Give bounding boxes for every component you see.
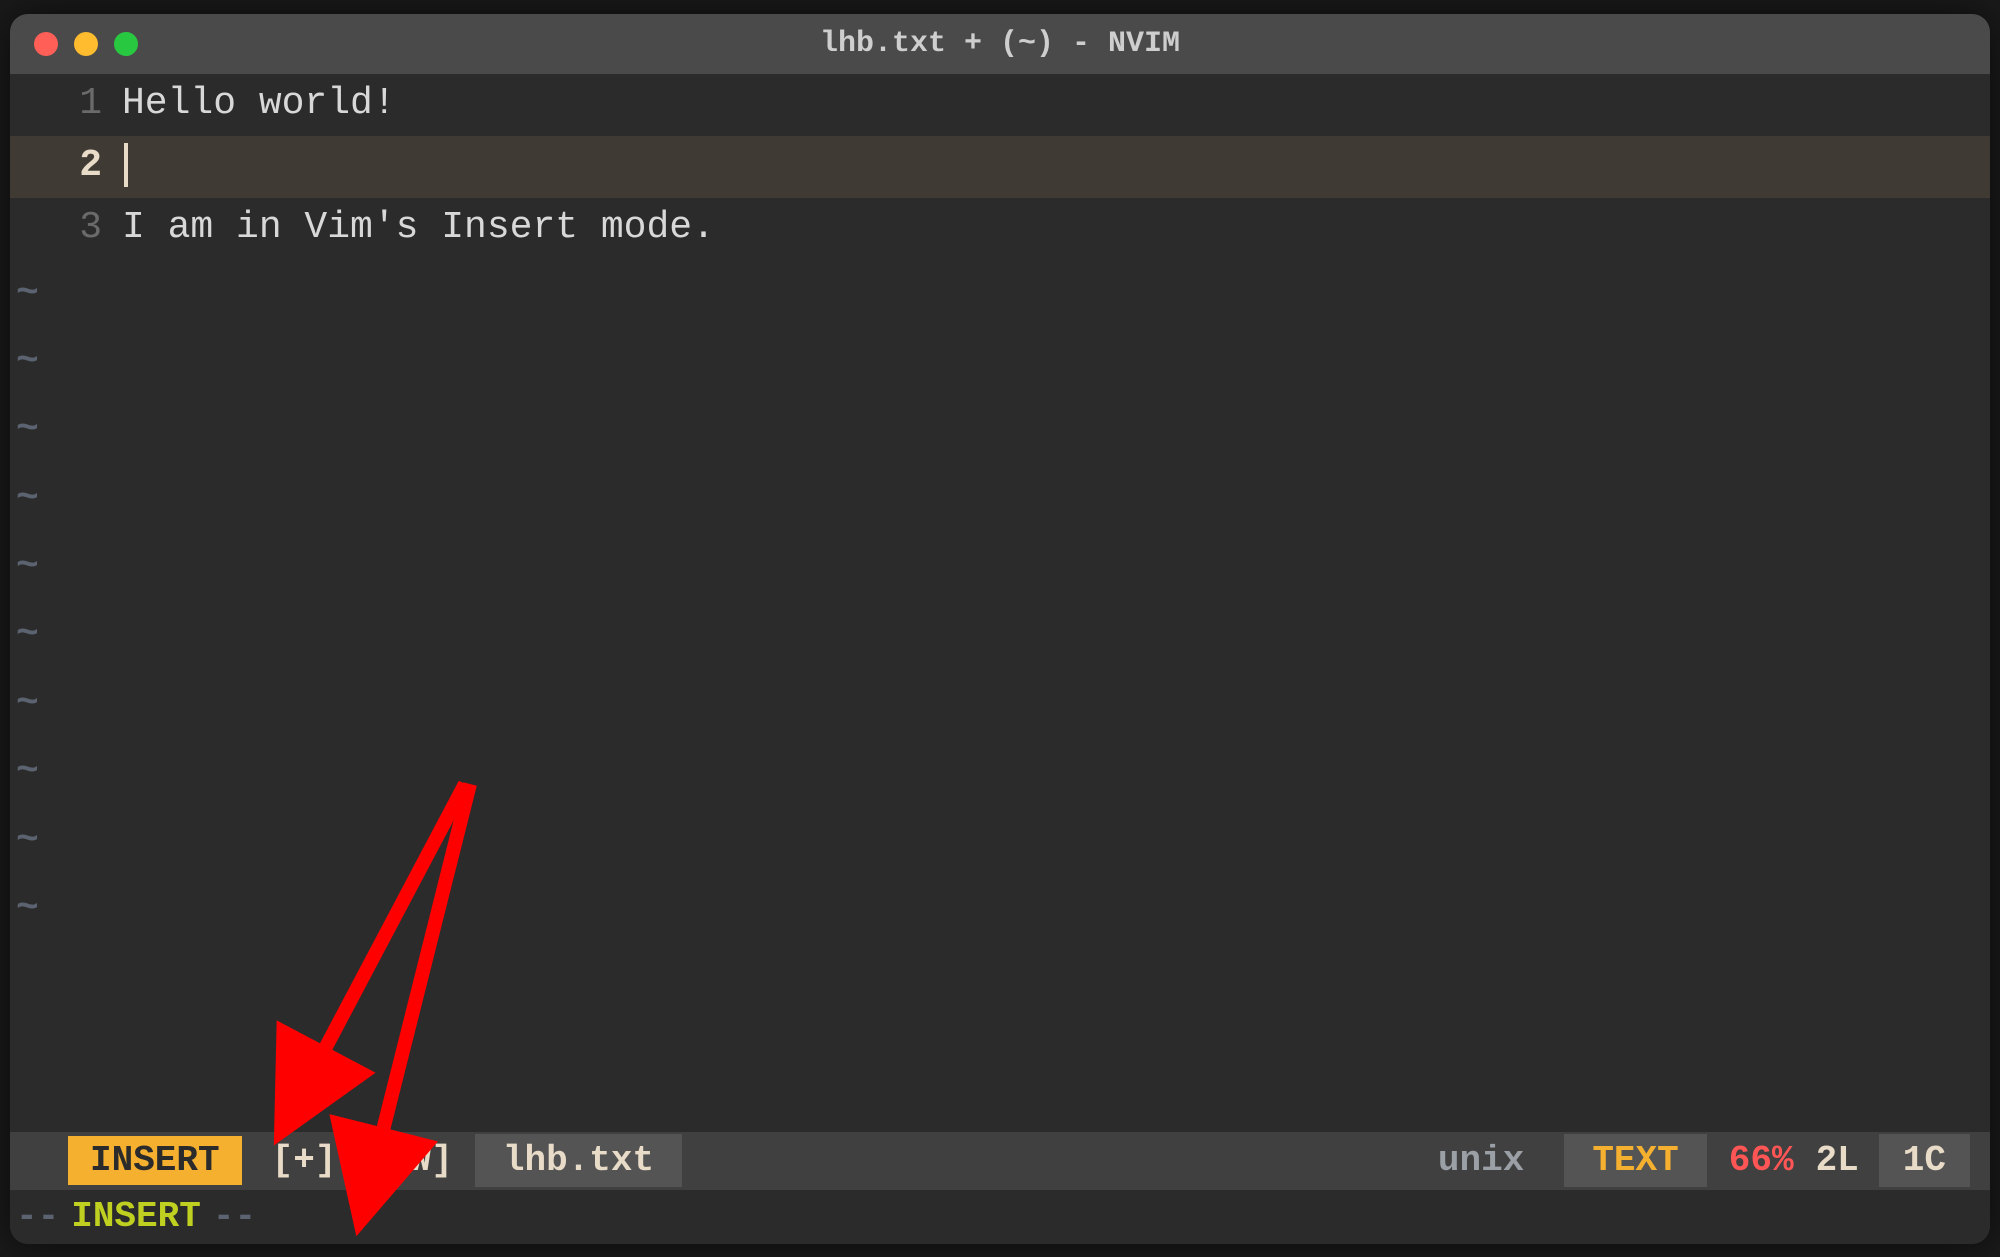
- terminal-window: lhb.txt + (~) - NVIM 1Hello world!23I am…: [10, 14, 1990, 1244]
- mode-badge: INSERT: [68, 1136, 242, 1185]
- editor-area[interactable]: 1Hello world!23I am in Vim's Insert mode…: [10, 74, 1990, 1132]
- filetype: TEXT: [1564, 1134, 1706, 1187]
- maximize-button[interactable]: [114, 32, 138, 56]
- tilde-marker: ~: [16, 465, 1990, 533]
- line-content[interactable]: I am in Vim's Insert mode.: [122, 198, 1990, 259]
- line-content[interactable]: [122, 136, 1990, 197]
- line-number: 3: [10, 198, 122, 259]
- empty-lines: ~~~~~~~~~~: [10, 260, 1990, 944]
- scroll-percent: 66%: [1729, 1140, 1794, 1181]
- window-controls: [34, 32, 138, 56]
- tilde-marker: ~: [16, 738, 1990, 806]
- tilde-marker: ~: [16, 875, 1990, 943]
- line-number: 1: [10, 74, 122, 135]
- readwrite-indicator: [RW]: [366, 1140, 452, 1181]
- titlebar: lhb.txt + (~) - NVIM: [10, 14, 1990, 74]
- editor-line[interactable]: 3I am in Vim's Insert mode.: [10, 198, 1990, 260]
- tilde-marker: ~: [16, 396, 1990, 464]
- mode-dashes-left: --: [16, 1196, 59, 1237]
- editor-line[interactable]: 1Hello world!: [10, 74, 1990, 136]
- tilde-marker: ~: [16, 807, 1990, 875]
- fileformat: unix: [1438, 1140, 1524, 1181]
- column-position: 1C: [1879, 1134, 1970, 1187]
- cursor: [124, 143, 128, 187]
- modified-indicator: [+]: [272, 1140, 337, 1181]
- tilde-marker: ~: [16, 328, 1990, 396]
- line-position: 2L: [1816, 1140, 1859, 1181]
- mode-text: INSERT: [59, 1196, 213, 1237]
- filename: lhb.txt: [475, 1134, 682, 1187]
- close-button[interactable]: [34, 32, 58, 56]
- line-content[interactable]: Hello world!: [122, 74, 1990, 135]
- window-title: lhb.txt + (~) - NVIM: [820, 27, 1180, 61]
- editor-line[interactable]: 2: [10, 136, 1990, 198]
- tilde-marker: ~: [16, 670, 1990, 738]
- minimize-button[interactable]: [74, 32, 98, 56]
- tilde-marker: ~: [16, 260, 1990, 328]
- mode-dashes-right: --: [213, 1196, 256, 1237]
- commandline[interactable]: -- INSERT --: [10, 1190, 1990, 1244]
- tilde-marker: ~: [16, 601, 1990, 669]
- line-number: 2: [10, 136, 122, 197]
- tilde-marker: ~: [16, 533, 1990, 601]
- statusline: INSERT [+] [RW] lhb.txt unix TEXT 66% 2L…: [10, 1132, 1990, 1190]
